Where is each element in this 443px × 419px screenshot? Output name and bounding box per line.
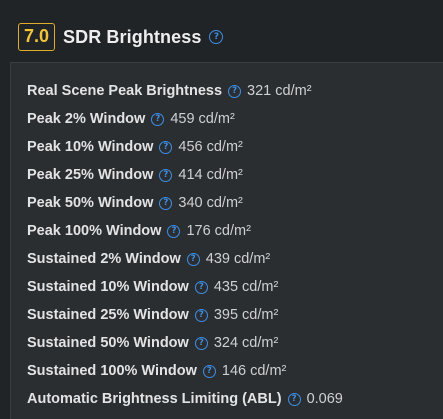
measurement-list: Real Scene Peak Brightness ? 321 cd/m² P…	[27, 77, 343, 413]
measurement-value: 146 cd/m²	[221, 363, 287, 379]
measurement-label: Peak 2% Window	[27, 111, 146, 127]
measurement-row: Sustained 50% Window ? 324 cd/m²	[27, 329, 343, 357]
measurement-row: Peak 10% Window ? 456 cd/m²	[27, 133, 343, 161]
question-circle-icon[interactable]: ?	[167, 224, 181, 238]
measurement-row: Sustained 100% Window ? 146 cd/m²	[27, 357, 343, 385]
measurement-label: Peak 50% Window	[27, 195, 154, 211]
question-circle-icon[interactable]: ?	[194, 336, 208, 350]
measurement-row: Peak 2% Window ? 459 cd/m²	[27, 105, 343, 133]
measurement-value: 176 cd/m²	[186, 223, 251, 239]
question-circle-icon[interactable]: ?	[159, 168, 173, 182]
measurement-label: Sustained 50% Window	[27, 335, 189, 351]
measurement-row: Peak 25% Window ? 414 cd/m²	[27, 161, 343, 189]
measurement-label: Sustained 100% Window	[27, 363, 197, 379]
question-circle-icon[interactable]: ?	[194, 308, 208, 322]
question-circle-icon[interactable]: ?	[159, 140, 173, 154]
measurement-row: Sustained 10% Window ? 435 cd/m²	[27, 273, 343, 301]
measurement-value: 456 cd/m²	[178, 139, 243, 155]
measurement-value: 0.069	[306, 391, 343, 407]
measurement-row: Peak 50% Window ? 340 cd/m²	[27, 189, 343, 217]
measurement-value: 395 cd/m²	[213, 307, 279, 323]
question-circle-icon[interactable]: ?	[202, 364, 216, 378]
measurement-value: 459 cd/m²	[170, 111, 235, 127]
question-circle-icon[interactable]: ?	[151, 112, 165, 126]
measurement-label: Sustained 10% Window	[27, 279, 189, 295]
section-header: 7.0 SDR Brightness ?	[18, 23, 224, 51]
question-circle-icon[interactable]: ?	[186, 252, 200, 266]
question-circle-icon[interactable]: ?	[287, 392, 301, 406]
score-badge: 7.0	[18, 23, 56, 51]
question-circle-icon[interactable]: ?	[194, 280, 208, 294]
measurement-value: 414 cd/m²	[178, 167, 243, 183]
measurement-row: Sustained 2% Window ? 439 cd/m²	[27, 245, 343, 273]
measurement-value: 435 cd/m²	[213, 279, 279, 295]
measurement-label: Automatic Brightness Limiting (ABL)	[27, 391, 282, 407]
measurement-row: Real Scene Peak Brightness ? 321 cd/m²	[27, 77, 343, 105]
measurement-label: Peak 25% Window	[27, 167, 154, 183]
measurement-value: 321 cd/m²	[247, 83, 312, 99]
question-circle-icon[interactable]: ?	[228, 84, 242, 98]
measurement-row: Sustained 25% Window ? 395 cd/m²	[27, 301, 343, 329]
measurement-value: 324 cd/m²	[213, 335, 279, 351]
question-circle-icon[interactable]: ?	[159, 196, 173, 210]
measurement-value: 439 cd/m²	[205, 251, 271, 267]
measurement-row: Peak 100% Window ? 176 cd/m²	[27, 217, 343, 245]
measurement-label: Peak 100% Window	[27, 223, 162, 239]
question-circle-icon[interactable]: ?	[209, 30, 224, 44]
section-title: SDR Brightness	[63, 26, 202, 47]
measurement-label: Peak 10% Window	[27, 139, 154, 155]
measurements-panel: Real Scene Peak Brightness ? 321 cd/m² P…	[10, 62, 443, 419]
measurement-label: Sustained 25% Window	[27, 307, 189, 323]
measurement-label: Real Scene Peak Brightness	[27, 83, 223, 99]
measurement-row: Automatic Brightness Limiting (ABL) ? 0.…	[27, 385, 343, 413]
measurement-value: 340 cd/m²	[178, 195, 243, 211]
measurement-label: Sustained 2% Window	[27, 251, 181, 267]
